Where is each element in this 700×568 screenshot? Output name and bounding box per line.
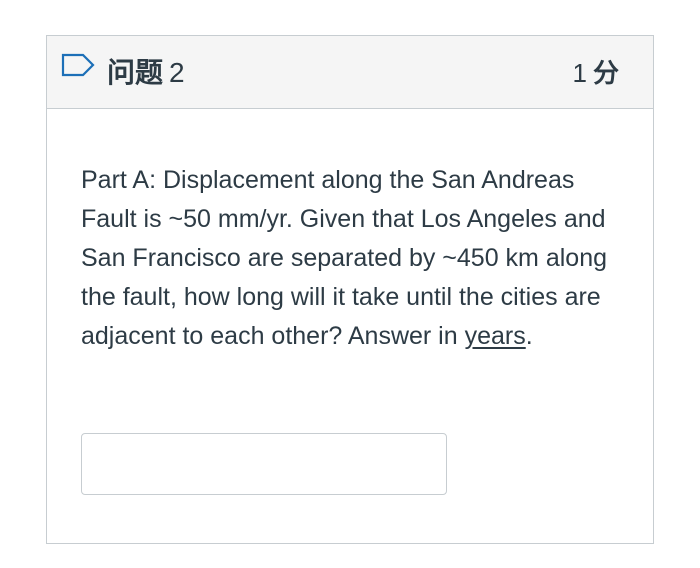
flag-outline-icon[interactable] <box>61 53 95 77</box>
question-text: Part A: Displacement along the San Andre… <box>81 161 621 356</box>
points-value: 1 <box>572 58 587 88</box>
question-card: 问题 2 1分 Part A: Displacement along the Sa… <box>46 35 654 544</box>
points-unit: 分 <box>592 58 619 88</box>
question-part-label: Part A <box>81 166 150 194</box>
question-title: 问题 2 <box>107 56 185 90</box>
points-display: 1分 <box>573 56 619 90</box>
question-end-punctuation: . <box>525 322 533 350</box>
question-label: 问题 <box>107 57 164 88</box>
question-header: 问题 2 1分 <box>47 36 653 109</box>
answer-unit-underlined: years <box>464 322 526 350</box>
answer-input[interactable] <box>81 433 447 495</box>
question-number: 2 <box>169 57 185 88</box>
